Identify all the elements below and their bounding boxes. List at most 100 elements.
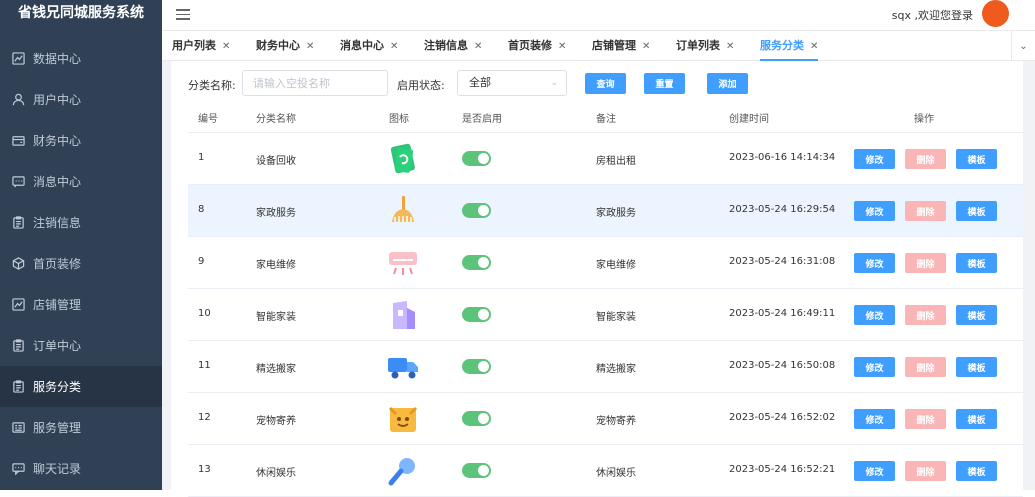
template-button[interactable]: 模板: [956, 357, 997, 377]
tab-6[interactable]: 店铺管理 ✕: [592, 31, 650, 61]
sidebar-item-7[interactable]: 店铺管理: [0, 284, 162, 325]
avatar[interactable]: [982, 0, 1009, 27]
edit-button[interactable]: 修改: [854, 357, 895, 377]
tab-1[interactable]: 用户列表✕: [172, 31, 230, 61]
chart-icon: [12, 52, 25, 65]
delete-button[interactable]: 删除: [905, 409, 946, 429]
delete-button[interactable]: 删除: [905, 149, 946, 169]
chat-icon: [12, 462, 25, 475]
enabled-toggle[interactable]: [462, 307, 491, 322]
sidebar-item-11[interactable]: 聊天记录: [0, 448, 162, 489]
column-header: 图标: [389, 110, 409, 125]
chevron-down-icon[interactable]: ⌄: [1011, 31, 1035, 61]
tab-4[interactable]: 注销信息 ✕: [424, 31, 482, 61]
delete-button[interactable]: 删除: [905, 357, 946, 377]
sidebar-item-label: 财务中心: [33, 132, 81, 149]
template-button[interactable]: 模板: [956, 409, 997, 429]
close-icon[interactable]: ✕: [810, 41, 818, 52]
tab-label: 财务中心: [256, 39, 300, 52]
close-icon[interactable]: ✕: [222, 41, 230, 52]
hamburger-icon[interactable]: [176, 7, 190, 21]
sidebar-item-label: 店铺管理: [33, 296, 81, 313]
category-name-label: 分类名称:: [188, 77, 236, 93]
sidebar-item-3[interactable]: 财务中心: [0, 120, 162, 161]
app-title: 省钱兄同城服务系统: [0, 0, 162, 28]
sidebar-item-label: 用户中心: [33, 91, 81, 108]
close-icon[interactable]: ✕: [390, 41, 398, 52]
template-button[interactable]: 模板: [956, 305, 997, 325]
enabled-toggle[interactable]: [462, 463, 491, 478]
enabled-toggle[interactable]: [462, 411, 491, 426]
air-conditioner-icon: [386, 246, 420, 280]
template-button[interactable]: 模板: [956, 201, 997, 221]
table-header: 编号分类名称图标是否启用备注创建时间操作: [188, 107, 1023, 133]
close-icon[interactable]: ✕: [642, 41, 650, 52]
sidebar-item-2[interactable]: 用户中心: [0, 79, 162, 120]
wallet-icon: [12, 134, 25, 147]
enabled-toggle[interactable]: [462, 203, 491, 218]
sidebar-item-5[interactable]: 注销信息: [0, 202, 162, 243]
sidebar-item-label: 注销信息: [33, 214, 81, 231]
broom-icon: [386, 194, 420, 228]
edit-button[interactable]: 修改: [854, 305, 895, 325]
row-category-name: 精选搬家: [256, 360, 296, 375]
tab-label: 注销信息: [424, 39, 468, 52]
enabled-toggle[interactable]: [462, 255, 491, 270]
sidebar-item-label: 首页装修: [33, 255, 81, 272]
template-button[interactable]: 模板: [956, 253, 997, 273]
table-row: 9家电维修家电维修2023-05-24 16:31:08修改删除模板: [188, 237, 1023, 289]
delete-button[interactable]: 删除: [905, 201, 946, 221]
tab-3[interactable]: 消息中心✕: [340, 31, 398, 61]
row-id: 12: [198, 412, 211, 423]
microphone-icon: [386, 454, 420, 488]
tab-label: 服务分类: [760, 39, 804, 52]
status-select[interactable]: 全部 ⌄: [457, 70, 567, 96]
close-icon[interactable]: ✕: [726, 41, 734, 52]
sidebar-item-10[interactable]: 服务管理: [0, 407, 162, 448]
welcome-text: sqx ,欢迎您登录: [892, 7, 973, 23]
edit-button[interactable]: 修改: [854, 149, 895, 169]
column-header: 是否启用: [462, 110, 502, 125]
row-created-time: 2023-05-24 16:29:54: [729, 204, 835, 215]
reset-button[interactable]: 重置: [644, 73, 685, 94]
edit-button[interactable]: 修改: [854, 253, 895, 273]
tab-8[interactable]: 服务分类 ✕: [760, 31, 818, 61]
delete-button[interactable]: 删除: [905, 253, 946, 273]
sidebar-item-1[interactable]: 数据中心: [0, 38, 162, 79]
status-label: 启用状态:: [397, 77, 445, 93]
sidebar-item-4[interactable]: 消息中心: [0, 161, 162, 202]
close-icon[interactable]: ✕: [558, 41, 566, 52]
edit-button[interactable]: 修改: [854, 409, 895, 429]
delete-button[interactable]: 删除: [905, 461, 946, 481]
user-icon: [12, 93, 25, 106]
row-category-name: 家电维修: [256, 256, 296, 271]
search-button[interactable]: 查询: [585, 73, 626, 94]
tab-7[interactable]: 订单列表✕: [676, 31, 734, 61]
close-icon[interactable]: ✕: [306, 41, 314, 52]
delete-button[interactable]: 删除: [905, 305, 946, 325]
sidebar-item-9[interactable]: 服务分类: [0, 366, 162, 407]
enabled-toggle[interactable]: [462, 359, 491, 374]
row-remark: 宠物寄养: [596, 412, 636, 427]
category-name-input[interactable]: [242, 70, 388, 96]
edit-button[interactable]: 修改: [854, 201, 895, 221]
close-icon[interactable]: ✕: [474, 41, 482, 52]
sidebar-item-8[interactable]: 订单中心: [0, 325, 162, 366]
sidebar-menu: 数据中心用户中心财务中心消息中心注销信息首页装修店铺管理订单中心服务分类服务管理…: [0, 38, 162, 489]
add-button[interactable]: 添加: [707, 73, 748, 94]
column-header: 创建时间: [729, 110, 769, 125]
enabled-toggle[interactable]: [462, 151, 491, 166]
template-button[interactable]: 模板: [956, 149, 997, 169]
row-id: 13: [198, 464, 211, 475]
row-remark: 休闲娱乐: [596, 464, 636, 479]
tab-2[interactable]: 财务中心 ✕: [256, 31, 314, 61]
sidebar-item-label: 聊天记录: [33, 460, 81, 477]
tab-label: 店铺管理: [592, 39, 636, 52]
template-button[interactable]: 模板: [956, 461, 997, 481]
row-remark: 家电维修: [596, 256, 636, 271]
row-remark: 房租出租: [596, 152, 636, 167]
sidebar-item-6[interactable]: 首页装修: [0, 243, 162, 284]
edit-button[interactable]: 修改: [854, 461, 895, 481]
tab-5[interactable]: 首页装修✕: [508, 31, 566, 61]
top-header: sqx ,欢迎您登录: [162, 0, 1035, 30]
